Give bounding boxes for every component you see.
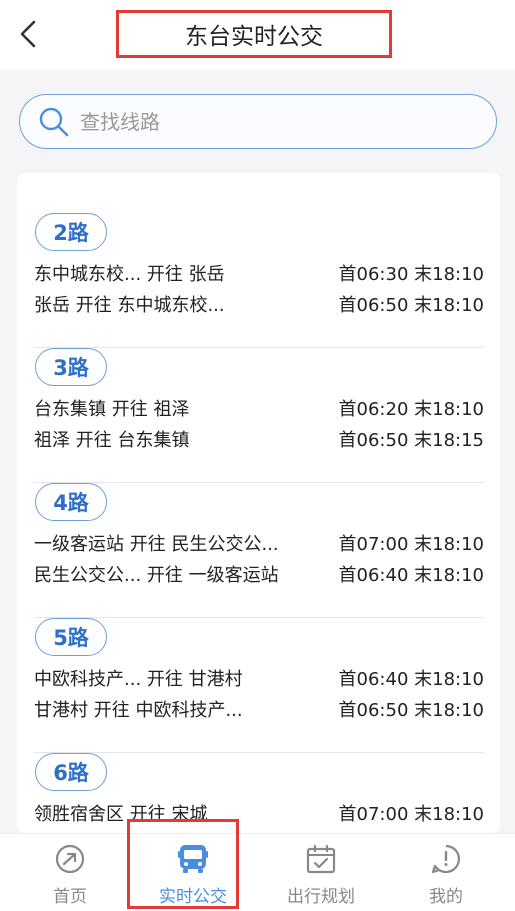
direction-time: 首06:40 末18:10 xyxy=(338,565,484,586)
route-badge: 3路 xyxy=(35,348,107,386)
direction-time: 首06:30 末18:10 xyxy=(338,264,484,285)
direction-row[interactable]: 中欧科技产... 开往 甘港村 首06:40 末18:10 xyxy=(34,664,484,692)
direction-label: 一级客运站 开往 民生公交公... xyxy=(34,534,279,555)
direction-label: 民生公交公... 开往 一级客运站 xyxy=(34,565,279,586)
direction-row[interactable]: 东中城东校... 开往 张岳 首06:30 末18:10 xyxy=(34,259,484,287)
direction-time: 首06:40 末18:10 xyxy=(338,669,484,690)
direction-row[interactable]: 甘港村 开往 中欧科技产... 首06:50 末18:10 xyxy=(34,695,484,723)
direction-time: 首06:50 末18:10 xyxy=(338,295,484,316)
tab-label: 出行规划 xyxy=(287,887,355,907)
route-item[interactable]: 5路 中欧科技产... 开往 甘港村 首06:40 末18:10 甘港村 开往 … xyxy=(34,618,484,753)
profile-icon xyxy=(429,842,463,876)
direction-time: 首06:50 末18:15 xyxy=(338,430,484,451)
direction-label: 祖泽 开往 台东集镇 xyxy=(34,430,190,451)
bottom-tab-bar: 首页 实时公交 出行规划 我的 xyxy=(0,833,515,911)
route-badge: 4路 xyxy=(35,483,107,521)
direction-row[interactable]: 张岳 开往 东中城东校... 首06:50 末18:10 xyxy=(34,290,484,318)
search-input[interactable] xyxy=(80,109,460,134)
tab-mine[interactable]: 我的 xyxy=(382,834,510,911)
route-item[interactable]: 6路 领胜宿舍区 开往 宋城 首07:00 末18:10 xyxy=(34,753,484,833)
direction-row[interactable]: 一级客运站 开往 民生公交公... 首07:00 末18:10 xyxy=(34,529,484,557)
search-icon xyxy=(38,106,70,138)
route-item[interactable]: 2路 东中城东校... 开往 张岳 首06:30 末18:10 张岳 开往 东中… xyxy=(34,213,484,348)
route-badge: 5路 xyxy=(35,618,107,656)
route-item[interactable]: 4路 一级客运站 开往 民生公交公... 首07:00 末18:10 民生公交公… xyxy=(34,483,484,618)
back-button[interactable] xyxy=(10,16,46,52)
home-icon xyxy=(53,842,87,876)
direction-row[interactable]: 领胜宿舍区 开往 宋城 首07:00 末18:10 xyxy=(34,799,484,827)
tab-label: 首页 xyxy=(53,887,87,907)
direction-time: 首06:50 末18:10 xyxy=(338,700,484,721)
direction-row[interactable]: 祖泽 开往 台东集镇 首06:50 末18:15 xyxy=(34,425,484,453)
route-badge: 2路 xyxy=(35,213,107,251)
route-item[interactable]: 3路 台东集镇 开往 祖泽 首06:20 末18:10 祖泽 开往 台东集镇 首… xyxy=(34,348,484,483)
chevron-left-icon xyxy=(20,20,36,48)
direction-label: 领胜宿舍区 开往 宋城 xyxy=(34,804,208,825)
bus-icon xyxy=(176,842,210,876)
tab-realtime-bus[interactable]: 实时公交 xyxy=(129,834,257,911)
direction-time: 首07:00 末18:10 xyxy=(338,804,484,825)
page-title: 东台实时公交 xyxy=(116,10,392,58)
direction-row[interactable]: 台东集镇 开往 祖泽 首06:20 末18:10 xyxy=(34,394,484,422)
direction-label: 中欧科技产... 开往 甘港村 xyxy=(34,669,243,690)
calendar-check-icon xyxy=(304,842,338,876)
search-bar[interactable] xyxy=(19,94,497,149)
tab-label: 实时公交 xyxy=(159,887,227,907)
direction-label: 张岳 开往 东中城东校... xyxy=(34,295,225,316)
route-badge: 6路 xyxy=(35,753,107,791)
top-bar: 东台实时公交 xyxy=(0,0,515,70)
direction-label: 东中城东校... 开往 张岳 xyxy=(34,264,225,285)
route-list: 2路 东中城东校... 开往 张岳 首06:30 末18:10 张岳 开往 东中… xyxy=(17,173,500,833)
direction-label: 甘港村 开往 中欧科技产... xyxy=(34,700,243,721)
tab-trip-planning[interactable]: 出行规划 xyxy=(257,834,385,911)
direction-time: 首06:20 末18:10 xyxy=(338,399,484,420)
tab-home[interactable]: 首页 xyxy=(6,834,134,911)
direction-time: 首07:00 末18:10 xyxy=(338,534,484,555)
tab-label: 我的 xyxy=(429,887,463,907)
direction-label: 台东集镇 开往 祖泽 xyxy=(34,399,190,420)
direction-row[interactable]: 民生公交公... 开往 一级客运站 首06:40 末18:10 xyxy=(34,560,484,588)
